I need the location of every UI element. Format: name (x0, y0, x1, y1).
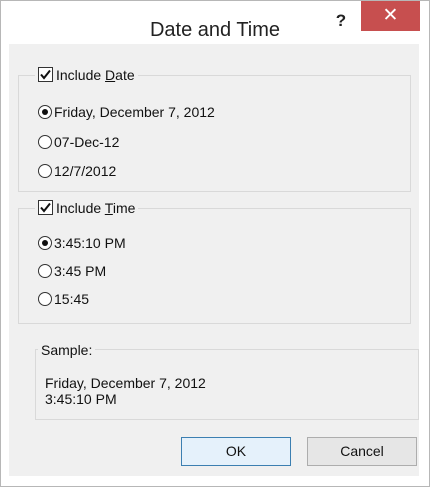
radio-button[interactable] (38, 292, 52, 306)
include-date-label-key: D (105, 67, 116, 83)
time-option-minutes[interactable]: 3:45 PM (38, 263, 106, 279)
date-option-numeric[interactable]: 12/7/2012 (38, 163, 116, 179)
radio-button-selected[interactable] (38, 105, 52, 119)
include-time-checkbox-box[interactable] (38, 200, 53, 215)
time-option-24h-label: 15:45 (54, 291, 90, 307)
sample-preview: Friday, December 7, 2012 3:45:10 PM (45, 375, 206, 407)
sample-legend: Sample: (38, 342, 96, 358)
question-mark-icon: ? (335, 11, 347, 30)
time-option-24h[interactable]: 15:45 (38, 291, 89, 307)
dialog-body: Include Date Friday, December 7, 2012 07… (9, 44, 419, 476)
date-option-short-month[interactable]: 07-Dec-12 (38, 134, 119, 150)
include-date-label-pre: Include (56, 67, 106, 83)
time-option-seconds-label: 3:45:10 PM (54, 235, 126, 251)
time-option-minutes-label: 3:45 PM (54, 263, 107, 279)
checkmark-icon (40, 69, 51, 80)
radio-button[interactable] (38, 264, 52, 278)
close-button[interactable]: ✕ (361, 1, 420, 31)
include-time-checkbox[interactable]: Include Time (35, 200, 139, 216)
include-date-checkbox-box[interactable] (38, 67, 53, 82)
date-option-numeric-label: 12/7/2012 (54, 163, 117, 179)
date-and-time-dialog: Date and Time ? ✕ Include Date Friday, D… (0, 0, 430, 487)
title-bar: Date and Time ? ✕ (1, 1, 429, 44)
include-time-label-post: ime (112, 200, 136, 216)
ok-button[interactable]: OK (181, 437, 291, 466)
date-option-short-month-label: 07-Dec-12 (54, 134, 120, 150)
close-icon: ✕ (382, 5, 399, 26)
radio-button-selected[interactable] (38, 236, 52, 250)
date-option-long-label: Friday, December 7, 2012 (54, 104, 215, 120)
include-date-label-post: ate (115, 67, 135, 83)
cancel-button[interactable]: Cancel (307, 437, 417, 466)
include-date-checkbox[interactable]: Include Date (35, 67, 138, 83)
date-option-long[interactable]: Friday, December 7, 2012 (38, 104, 215, 120)
radio-button[interactable] (38, 135, 52, 149)
checkmark-icon (40, 202, 51, 213)
sample-date-line: Friday, December 7, 2012 (45, 375, 206, 391)
time-option-seconds[interactable]: 3:45:10 PM (38, 235, 126, 251)
include-time-label-pre: Include (56, 200, 105, 216)
include-time-label-key: T (104, 200, 113, 216)
sample-time-line: 3:45:10 PM (45, 391, 117, 407)
help-button[interactable]: ? (329, 9, 353, 33)
radio-button[interactable] (38, 164, 52, 178)
